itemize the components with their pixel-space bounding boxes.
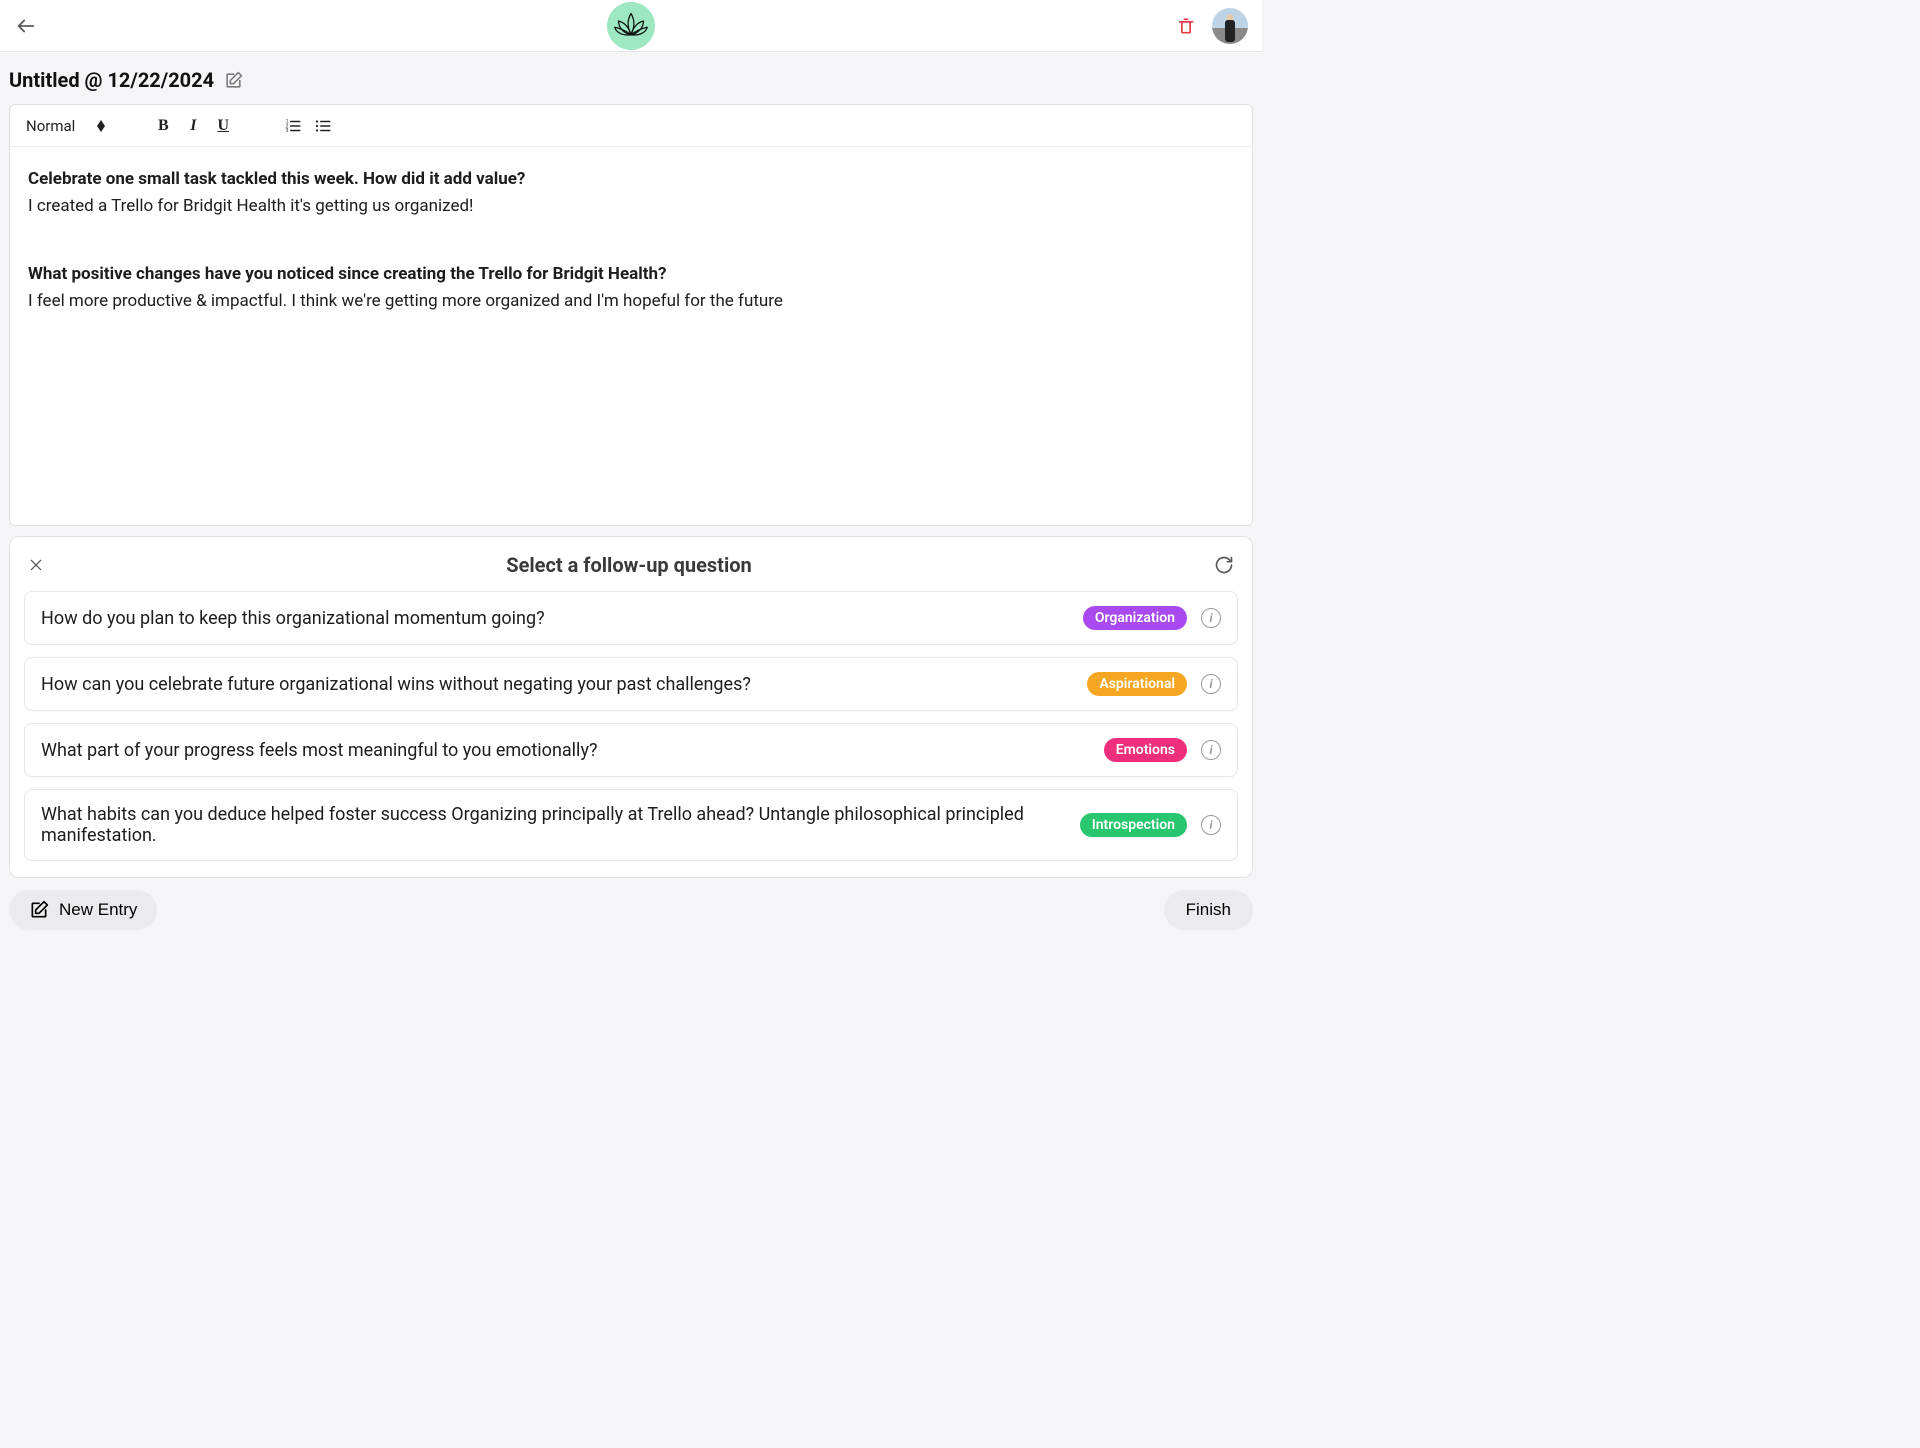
followup-item[interactable]: What part of your progress feels most me… xyxy=(24,723,1238,777)
ordered-list-button[interactable]: 123 xyxy=(281,114,305,138)
page-title: Untitled @ 12/22/2024 xyxy=(9,68,214,92)
lotus-icon xyxy=(611,6,651,46)
editor-card: Normal B I U 123 Celebrate one small tas… xyxy=(9,104,1253,526)
editor-toolbar: Normal B I U 123 xyxy=(10,105,1252,147)
followup-tag: Organization xyxy=(1083,606,1187,630)
followup-item-text: What habits can you deduce helped foster… xyxy=(41,804,1066,846)
followup-item[interactable]: What habits can you deduce helped foster… xyxy=(24,789,1238,861)
finish-label: Finish xyxy=(1186,900,1231,920)
chevron-sort-icon xyxy=(97,120,105,132)
underline-button[interactable]: U xyxy=(211,114,235,138)
heading-picker-label: Normal xyxy=(26,117,75,135)
user-avatar[interactable] xyxy=(1212,8,1248,44)
followup-info-button[interactable]: i xyxy=(1201,740,1221,760)
followup-panel: Select a follow-up question How do you p… xyxy=(9,536,1253,878)
pencil-square-icon xyxy=(224,71,243,90)
app-logo[interactable] xyxy=(607,2,655,50)
svg-text:3: 3 xyxy=(286,128,289,134)
followup-item[interactable]: How do you plan to keep this organizatio… xyxy=(24,591,1238,645)
refresh-icon xyxy=(1214,555,1234,575)
finish-button[interactable]: Finish xyxy=(1164,890,1253,930)
app-header xyxy=(0,0,1262,52)
followup-tag: Emotions xyxy=(1104,738,1187,762)
unordered-list-icon xyxy=(314,117,332,135)
followup-info-button[interactable]: i xyxy=(1201,608,1221,628)
prompt-question: Celebrate one small task tackled this we… xyxy=(28,167,1234,192)
title-row: Untitled @ 12/22/2024 xyxy=(0,52,1262,104)
followup-item-text: How can you celebrate future organizatio… xyxy=(41,674,1073,695)
prompt-question: What positive changes have you noticed s… xyxy=(28,262,1234,287)
new-entry-button[interactable]: New Entry xyxy=(9,890,157,930)
followup-item-text: How do you plan to keep this organizatio… xyxy=(41,608,1069,629)
refresh-followup-button[interactable] xyxy=(1214,555,1234,575)
followup-item-text: What part of your progress feels most me… xyxy=(41,740,1090,761)
followup-tag: Aspirational xyxy=(1087,672,1187,696)
trash-icon xyxy=(1176,15,1196,37)
bold-button[interactable]: B xyxy=(151,114,175,138)
followup-info-button[interactable]: i xyxy=(1201,674,1221,694)
arrow-left-icon xyxy=(15,15,37,37)
unordered-list-button[interactable] xyxy=(311,114,335,138)
followup-info-button[interactable]: i xyxy=(1201,815,1221,835)
pencil-square-icon xyxy=(29,900,49,920)
followup-title: Select a follow-up question xyxy=(44,553,1214,577)
heading-picker[interactable]: Normal xyxy=(26,117,105,135)
followup-tag: Introspection xyxy=(1080,813,1187,837)
back-button[interactable] xyxy=(14,14,38,38)
ordered-list-icon: 123 xyxy=(284,117,302,135)
footer-bar: New Entry Finish xyxy=(0,878,1262,930)
prompt-answer: I created a Trello for Bridgit Health it… xyxy=(28,194,1234,219)
close-icon xyxy=(28,557,44,573)
followup-item[interactable]: How can you celebrate future organizatio… xyxy=(24,657,1238,711)
italic-button[interactable]: I xyxy=(181,114,205,138)
prompt-answer: I feel more productive & impactful. I th… xyxy=(28,289,1234,314)
edit-title-button[interactable] xyxy=(224,71,243,90)
new-entry-label: New Entry xyxy=(59,900,137,920)
delete-button[interactable] xyxy=(1176,15,1196,37)
close-followup-button[interactable] xyxy=(28,557,44,573)
editor-body[interactable]: Celebrate one small task tackled this we… xyxy=(10,147,1252,525)
